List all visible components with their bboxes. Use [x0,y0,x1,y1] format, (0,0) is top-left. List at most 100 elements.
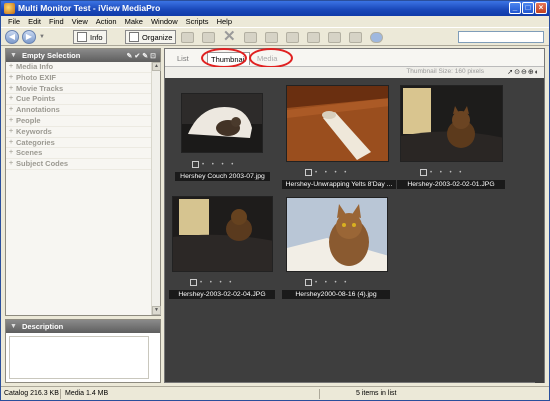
zoom-controls-icon[interactable]: ➚⊙⊖⊕◐ [507,68,540,76]
nav-dropdown-icon[interactable]: ▼ [39,34,45,40]
thumbnail-filename: Hershey-2003-02-02-04.JPG [169,290,275,299]
app-icon [4,3,15,14]
tab-list[interactable]: List [177,52,189,65]
minimize-button[interactable]: _ [509,2,521,14]
organize-label: Organize [142,32,173,42]
thumbnail-item[interactable]: • • • • Hershey-Unwrapping Yelts 8'Day .… [282,78,402,193]
menu-make[interactable]: Make [121,16,147,27]
scroll-down-icon[interactable]: ▼ [152,306,161,315]
menu-window[interactable]: Window [147,16,182,27]
thumbnail-filename: Hershey-Unwrapping Yelts 8'Day ... [282,180,396,189]
photo-portrait-cat [287,198,387,271]
collapse-triangle-icon[interactable]: ▼ [10,320,17,333]
photo-couch-cat [182,94,262,152]
rotate-icon[interactable] [264,31,278,43]
info-panel-scrollbar[interactable]: ▲ ▼ [151,62,161,315]
thumbnail-image[interactable] [172,196,273,272]
window-title: Multi Monitor Test - iView MediaPro [18,3,161,13]
browser-scrollbar[interactable] [535,78,544,383]
photo-dark-cat [401,86,502,161]
organize-toggle[interactable]: Organize [125,30,177,44]
info-toggle[interactable]: Info [73,30,107,44]
select-checkbox[interactable] [305,169,312,176]
select-checkbox[interactable] [420,169,427,176]
thumbnail-image[interactable] [286,85,389,162]
category-media-info[interactable]: Media Info [6,62,160,73]
menu-file[interactable]: File [4,16,24,27]
select-checkbox[interactable] [192,161,199,168]
select-checkbox[interactable] [190,279,197,286]
thumbnail-filename: Hershey Couch 2003-07.jpg [175,172,270,181]
info-panel: ▼ Empty Selection ✎✔✎⊡ Media Info Photo … [5,48,161,316]
organize-icon [129,32,139,42]
import-icon[interactable] [243,31,257,43]
search-input[interactable] [458,31,544,43]
scroll-up-icon[interactable]: ▲ [152,62,161,71]
info-icon [77,32,87,42]
thumbnail-grid: • • • • Hershey Couch 2003-07.jpg • • • … [165,78,535,384]
menu-view[interactable]: View [68,16,92,27]
status-divider [60,389,61,399]
catalog-size: Catalog 216.3 KB [4,390,59,397]
title-bar[interactable]: Multi Monitor Test - iView MediaPro _ □ … [1,1,549,16]
thumbnail-item[interactable]: • • • • Hershey2000-08-16 (4).jpg [282,193,402,303]
text-icon[interactable] [327,31,341,43]
thumbnail-meta: • • • • [305,169,349,176]
menu-scripts[interactable]: Scripts [182,16,213,27]
color-icon[interactable] [348,31,362,43]
toolbar: ◀ ▶ ▼ Info Organize ✕ [1,27,549,46]
metadata-category-list: Media Info Photo EXIF Movie Tracks Cue P… [6,62,160,170]
thumbnail-meta: • • • • [190,279,234,286]
category-cue-points[interactable]: Cue Points [6,94,160,106]
back-arrow-icon[interactable]: ◀ [5,30,19,44]
thumbnail-image[interactable] [286,197,388,272]
collapse-triangle-icon[interactable]: ▼ [10,49,17,62]
media-browser: List Thumbnail Media Thumbnail Size: 160… [164,48,545,383]
thumbnail-size-bar: Thumbnail Size: 160 pixels ➚⊙⊖⊕◐ [165,67,544,78]
web-icon[interactable] [369,31,383,43]
category-people[interactable]: People [6,116,160,127]
print-icon[interactable] [306,31,320,43]
thumbnail-meta: • • • • [305,279,349,286]
category-photo-exif[interactable]: Photo EXIF [6,73,160,84]
folder-icon[interactable] [202,31,215,43]
menu-bar: File Edit Find View Action Make Window S… [1,16,549,27]
category-annotations[interactable]: Annotations [6,105,160,116]
thumbnail-size-label: Thumbnail Size: 160 pixels [406,68,484,75]
thumbnail-item[interactable]: • • • • Hershey-2003-02-02-01.JPG [397,78,520,193]
description-panel: ▼ Description [5,319,161,383]
category-movie-tracks[interactable]: Movie Tracks [6,84,160,95]
selection-title: Empty Selection [22,51,81,60]
delete-icon[interactable]: ✕ [223,29,236,44]
highlight-ring-thumbnail [201,48,247,68]
forward-arrow-icon[interactable]: ▶ [22,30,36,44]
description-field[interactable] [9,336,149,379]
maximize-button[interactable]: □ [522,2,534,14]
thumbnail-item[interactable]: • • • • Hershey Couch 2003-07.jpg [165,78,289,193]
thumbnail-item[interactable]: • • • • Hershey-2003-02-02-04.JPG [165,193,280,303]
category-subject-codes[interactable]: Subject Codes [6,159,160,170]
photo-dark-couch-cat [173,197,272,271]
highlight-ring-media [249,48,293,68]
thumbnail-image[interactable] [181,93,263,153]
menu-edit[interactable]: Edit [24,16,45,27]
thumbnail-filename: Hershey2000-08-16 (4).jpg [282,290,390,299]
menu-action[interactable]: Action [92,16,121,27]
category-scenes[interactable]: Scenes [6,148,160,160]
view-tabs: List Thumbnail Media [165,48,544,68]
thumbnail-meta: • • • • [192,161,236,168]
info-panel-header: ▼ Empty Selection ✎✔✎⊡ [6,49,160,62]
menu-find[interactable]: Find [45,16,68,27]
description-title: Description [22,322,64,331]
slideshow-icon[interactable] [181,31,194,43]
category-categories[interactable]: Categories [6,138,160,149]
export-icon[interactable] [285,31,299,43]
media-size: Media 1.4 MB [65,390,109,397]
category-keywords[interactable]: Keywords [6,127,160,138]
close-button[interactable]: × [535,2,547,14]
status-divider [319,389,320,399]
menu-help[interactable]: Help [213,16,236,27]
select-checkbox[interactable] [305,279,312,286]
thumbnail-image[interactable] [400,85,503,162]
thumbnail-filename: Hershey-2003-02-02-01.JPG [397,180,505,189]
